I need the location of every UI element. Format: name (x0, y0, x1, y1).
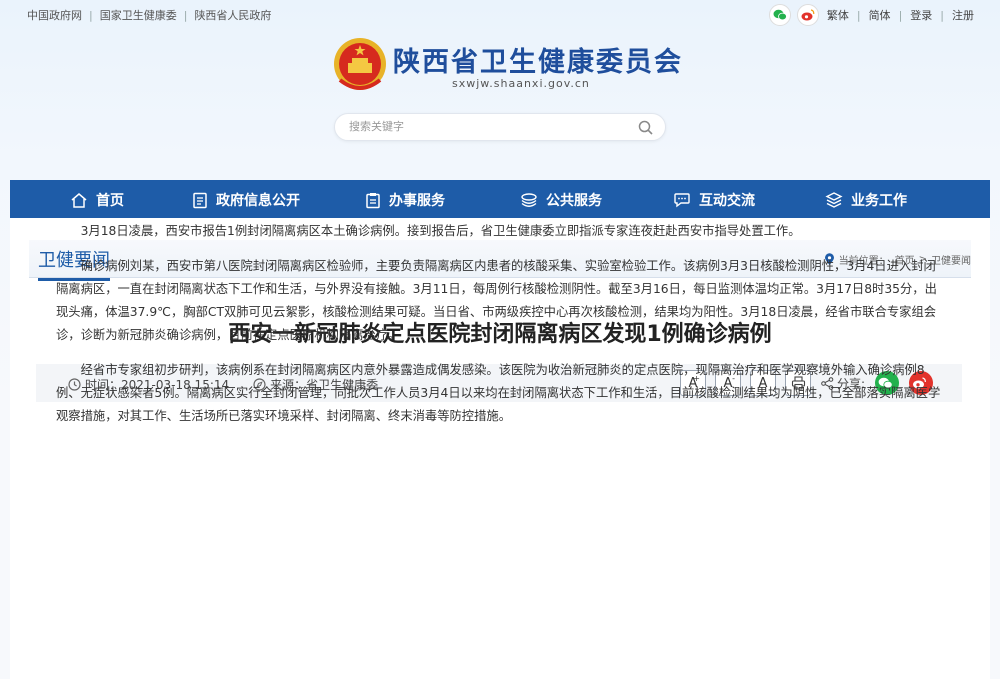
link-nhc[interactable]: 国家卫生健康委 (100, 7, 177, 23)
nav-interaction-label: 互动交流 (699, 193, 755, 209)
nav-public-services[interactable]: 公共服务 (520, 190, 602, 210)
article-paragraph: 3月18日凌晨，西安市报告1例封闭隔离病区本土确诊病例。接到报告后，省卫生健康委… (80, 224, 801, 238)
link-shaanxi-gov[interactable]: 陕西省人民政府 (194, 7, 271, 23)
nav-business[interactable]: 业务工作 (825, 190, 907, 210)
article-paragraph: 确诊病例刘某，西安市第八医院封闭隔离病区检验师，主要负责隔离病区内患者的核酸采集… (56, 259, 937, 342)
simplified-chinese-link[interactable]: 简体 (869, 7, 891, 23)
login-link[interactable]: 登录 (910, 7, 932, 23)
search-input[interactable] (349, 120, 629, 133)
nav-services-label: 办事服务 (389, 193, 445, 209)
wechat-icon[interactable] (768, 4, 791, 26)
nav-home[interactable]: 首页 (70, 190, 124, 210)
top-links: 中国政府网 | 国家卫生健康委 | 陕西省人民政府 (27, 7, 271, 23)
chat-icon (674, 193, 690, 208)
nav-gov-info[interactable]: 政府信息公开 (192, 190, 300, 210)
weibo-icon[interactable] (796, 4, 819, 26)
register-link[interactable]: 注册 (952, 7, 974, 23)
link-gov-cn[interactable]: 中国政府网 (27, 7, 82, 23)
article-body: 3月18日凌晨，西安市报告1例封闭隔离病区本土确诊病例。接到报告后，省卫生健康委… (56, 220, 946, 440)
home-icon (71, 193, 87, 208)
traditional-chinese-link[interactable]: 繁体 (827, 7, 849, 23)
top-bar: 中国政府网 | 国家卫生健康委 | 陕西省人民政府 繁体 | 简体 | 登录 |… (0, 0, 1000, 28)
search-box (334, 113, 666, 141)
divider: | (183, 8, 188, 22)
site-title[interactable]: 陕西省卫生健康委员会 (393, 40, 683, 79)
nav-interaction[interactable]: 互动交流 (673, 190, 755, 210)
stack-icon (825, 192, 843, 208)
nav-gov-info-label: 政府信息公开 (216, 193, 300, 209)
main-nav: 首页 政府信息公开 办事服务 公共服务 互动交流 业务工作 (10, 180, 990, 218)
site-domain: sxwjw.shaanxi.gov.cn (452, 77, 590, 90)
clipboard-icon (366, 192, 380, 208)
divider: | (89, 8, 93, 22)
search-icon[interactable] (637, 119, 655, 137)
top-right-links: 繁体 | 简体 | 登录 | 注册 (763, 4, 974, 26)
divider: | (856, 8, 861, 22)
nav-public-services-label: 公共服务 (546, 193, 602, 209)
nav-business-label: 业务工作 (851, 193, 907, 209)
nav-home-label: 首页 (96, 193, 124, 209)
document-icon (193, 192, 207, 208)
divider: | (940, 8, 944, 22)
article-paragraph: 经省市专家组初步研判，该病例系在封闭隔离病区内意外暴露造成偶发感染。该医院为收治… (56, 363, 941, 423)
layers-icon (521, 193, 537, 207)
divider: | (898, 8, 903, 22)
nav-services[interactable]: 办事服务 (365, 190, 445, 210)
national-emblem-logo[interactable] (332, 36, 388, 96)
